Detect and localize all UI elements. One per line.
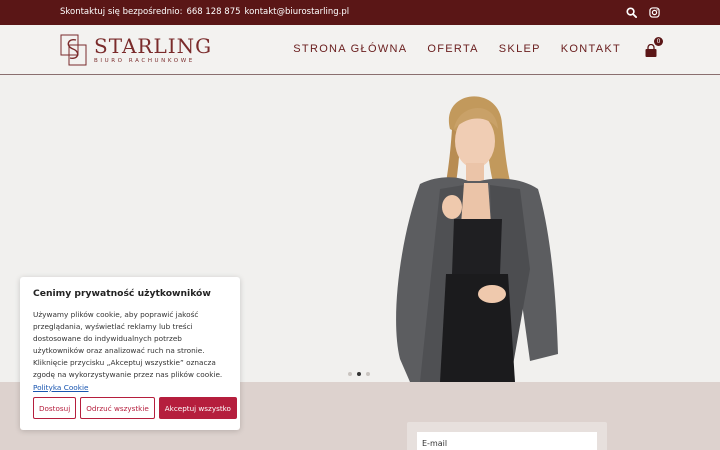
logo[interactable]: STARLING BIURO RACHUNKOWE <box>60 33 212 67</box>
cookie-policy-link[interactable]: Polityka Cookie <box>33 383 89 392</box>
cookie-title: Cenimy prywatność użytkowników <box>33 288 211 299</box>
contact-info: Skontaktuj się bezpośrednio: 668 128 875 k… <box>60 7 353 17</box>
hero-person-image <box>396 96 558 382</box>
slider-dot-active[interactable] <box>357 372 361 376</box>
contact-email[interactable]: kontakt@biurostarling.pl <box>245 7 350 17</box>
logo-subtitle: BIURO RACHUNKOWE <box>94 58 195 64</box>
nav-item-shop[interactable]: SKLEP <box>499 43 541 55</box>
slider-dot[interactable] <box>366 372 370 376</box>
cookie-description: Używamy plików cookie, aby poprawić jako… <box>33 310 223 392</box>
cookie-consent-dialog: Cenimy prywatność użytkowników Używamy p… <box>20 277 240 430</box>
top-contact-bar: Skontaktuj się bezpośrednio: 668 128 875 k… <box>0 0 720 25</box>
instagram-icon[interactable] <box>649 7 660 18</box>
slider-dots <box>348 372 370 376</box>
customize-button[interactable]: Dostosuj <box>33 397 77 419</box>
shopping-bag-icon[interactable] <box>644 44 658 58</box>
nav-item-home[interactable]: STRONA GŁÓWNA <box>293 43 407 55</box>
email-field[interactable] <box>417 432 597 450</box>
nav-item-offer[interactable]: OFERTA <box>427 43 478 55</box>
search-icon[interactable] <box>626 7 637 18</box>
logo-name: STARLING <box>94 34 213 58</box>
newsletter-form <box>407 422 607 450</box>
cart-count-badge: 0 <box>654 37 663 46</box>
contact-phone[interactable]: 668 128 875 <box>186 7 240 17</box>
nav-item-contact[interactable]: KONTAKT <box>561 43 621 55</box>
reject-all-button[interactable]: Odrzuć wszystkie <box>80 397 155 419</box>
contact-label: Skontaktuj się bezpośrednio: <box>60 7 183 17</box>
slider-dot[interactable] <box>348 372 352 376</box>
main-nav: STRONA GŁÓWNA OFERTA SKLEP KONTAKT <box>293 43 621 55</box>
accept-all-button[interactable]: Akceptuj wszystko <box>158 397 237 419</box>
logo-mark-icon <box>60 34 87 66</box>
site-header: STARLING BIURO RACHUNKOWE STRONA GŁÓWNA … <box>0 25 720 75</box>
